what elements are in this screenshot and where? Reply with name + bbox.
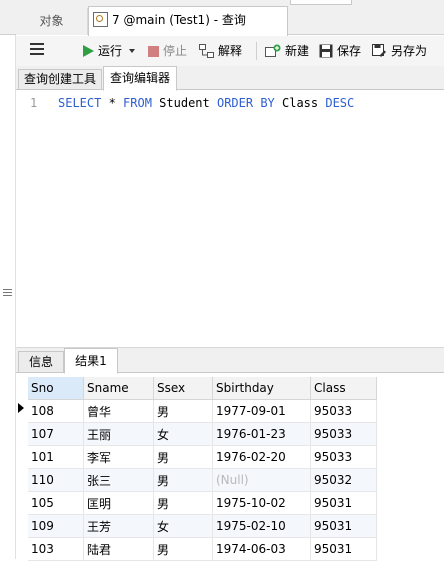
save-label: 保存 — [337, 44, 362, 58]
table-cell[interactable]: 张三 — [83, 468, 154, 492]
table-cell[interactable]: 105 — [28, 491, 84, 515]
table-cell-null[interactable]: (Null) — [212, 468, 311, 492]
table-cell[interactable]: 王芳 — [83, 514, 154, 538]
run-button[interactable]: 运行 — [82, 39, 137, 63]
save-as-icon — [372, 43, 386, 57]
table-cell[interactable]: 女 — [153, 422, 213, 446]
tab-objects[interactable]: 对象 — [16, 8, 88, 35]
table-cell[interactable]: 李军 — [83, 445, 154, 469]
table-row[interactable]: 107 王丽 女 1976-01-23 95033 — [28, 422, 377, 446]
save-as-button[interactable]: 另存为 — [372, 39, 427, 63]
table-cell[interactable]: 曾华 — [83, 399, 154, 423]
table-cell[interactable]: 男 — [153, 445, 213, 469]
new-button[interactable]: 新建 — [265, 39, 309, 63]
table-row[interactable]: 101 李军 男 1976-02-20 95033 — [28, 445, 377, 469]
sql-keyword: DESC — [325, 96, 355, 110]
table-cell[interactable]: 95031 — [310, 537, 377, 561]
table-cell[interactable]: 1976-01-23 — [212, 422, 311, 446]
left-panel-gutter — [0, 35, 16, 559]
table-row[interactable]: 110 张三 男 (Null) 95032 — [28, 468, 377, 492]
explain-icon — [199, 44, 214, 58]
result-table: Sno Sname Ssex Sbirthday Class 108 曾华 男 … — [28, 377, 377, 561]
tab-query[interactable]: 7 @main (Test1) - 查询 — [88, 6, 288, 36]
save-button[interactable]: 保存 — [319, 39, 361, 63]
table-cell[interactable]: 107 — [28, 422, 84, 446]
sql-keyword: SELECT — [58, 96, 102, 110]
stop-label: 停止 — [163, 44, 188, 58]
table-cell[interactable]: 95032 — [310, 468, 377, 492]
query-icon — [93, 12, 108, 27]
tab-result-1[interactable]: 结果1 — [64, 348, 118, 374]
stop-button[interactable]: 停止 — [148, 39, 187, 63]
splitter-grip-icon[interactable] — [3, 289, 12, 297]
tab-info[interactable]: 信息 — [18, 351, 64, 373]
table-cell[interactable]: 1977-09-01 — [212, 399, 311, 423]
new-query-icon — [265, 44, 281, 57]
table-cell[interactable]: 1975-10-02 — [212, 491, 311, 515]
new-label: 新建 — [285, 44, 310, 58]
explain-label: 解释 — [218, 44, 243, 58]
sql-code-line[interactable]: SELECT * FROM Student ORDER BY Class DES… — [58, 96, 354, 110]
tab-query-builder[interactable]: 查询创建工具 — [18, 69, 102, 90]
table-cell[interactable]: 95031 — [310, 514, 377, 538]
table-row[interactable]: 105 匡明 男 1975-10-02 95031 — [28, 491, 377, 515]
table-cell[interactable]: 101 — [28, 445, 84, 469]
save-as-label: 另存为 — [391, 44, 428, 58]
query-toolbar: 运行 停止 解释 新建 保存 另存为 — [16, 36, 444, 66]
column-header-sno[interactable]: Sno — [28, 377, 84, 400]
table-cell[interactable]: 1974-06-03 — [212, 537, 311, 561]
table-cell[interactable]: 95033 — [310, 399, 377, 423]
play-icon — [83, 45, 94, 57]
sql-token: Student — [151, 96, 217, 110]
column-header-sname[interactable]: Sname — [83, 377, 154, 400]
table-header-row: Sno Sname Ssex Sbirthday Class — [28, 377, 377, 400]
table-row[interactable]: 108 曾华 男 1977-09-01 95033 — [28, 399, 377, 423]
table-cell[interactable]: 103 — [28, 537, 84, 561]
tab-query-editor[interactable]: 查询编辑器 — [103, 66, 177, 91]
run-label: 运行 — [98, 44, 123, 58]
table-cell[interactable]: 95031 — [310, 491, 377, 515]
sql-token: Class — [274, 96, 326, 110]
sql-keyword: ORDER BY — [216, 96, 275, 110]
column-header-class[interactable]: Class — [310, 377, 377, 400]
line-number: 1 — [30, 96, 38, 110]
current-row-marker-icon — [18, 403, 24, 413]
sql-editor[interactable] — [16, 91, 444, 347]
table-cell[interactable]: 95033 — [310, 445, 377, 469]
tab-query-label: 7 @main (Test1) - 查询 — [112, 13, 246, 27]
column-header-sbirthday[interactable]: Sbirthday — [212, 377, 311, 400]
table-cell[interactable]: 陆君 — [83, 537, 154, 561]
table-cell[interactable]: 95033 — [310, 422, 377, 446]
table-cell[interactable]: 男 — [153, 537, 213, 561]
save-icon — [319, 44, 333, 58]
sql-keyword: FROM — [123, 96, 152, 110]
column-header-ssex[interactable]: Ssex — [153, 377, 213, 400]
table-cell[interactable]: 男 — [153, 399, 213, 423]
table-cell[interactable]: 108 — [28, 399, 84, 423]
table-cell[interactable]: 110 — [28, 468, 84, 492]
stop-icon — [148, 45, 159, 57]
toolbar-separator — [256, 42, 257, 60]
table-cell[interactable]: 1975-02-10 — [212, 514, 311, 538]
table-cell[interactable]: 王丽 — [83, 422, 154, 446]
sql-token: * — [101, 96, 124, 110]
search-box[interactable] — [290, 0, 352, 5]
table-cell[interactable]: 男 — [153, 491, 213, 515]
table-cell[interactable]: 男 — [153, 468, 213, 492]
menu-icon[interactable] — [30, 43, 44, 57]
table-row[interactable]: 109 王芳 女 1975-02-10 95031 — [28, 514, 377, 538]
table-cell[interactable]: 女 — [153, 514, 213, 538]
table-row[interactable]: 103 陆君 男 1974-06-03 95031 — [28, 537, 377, 561]
dropdown-arrow-icon — [129, 49, 136, 53]
table-cell[interactable]: 1976-02-20 — [212, 445, 311, 469]
table-cell[interactable]: 匡明 — [83, 491, 154, 515]
table-cell[interactable]: 109 — [28, 514, 84, 538]
explain-button[interactable]: 解释 — [199, 39, 242, 63]
